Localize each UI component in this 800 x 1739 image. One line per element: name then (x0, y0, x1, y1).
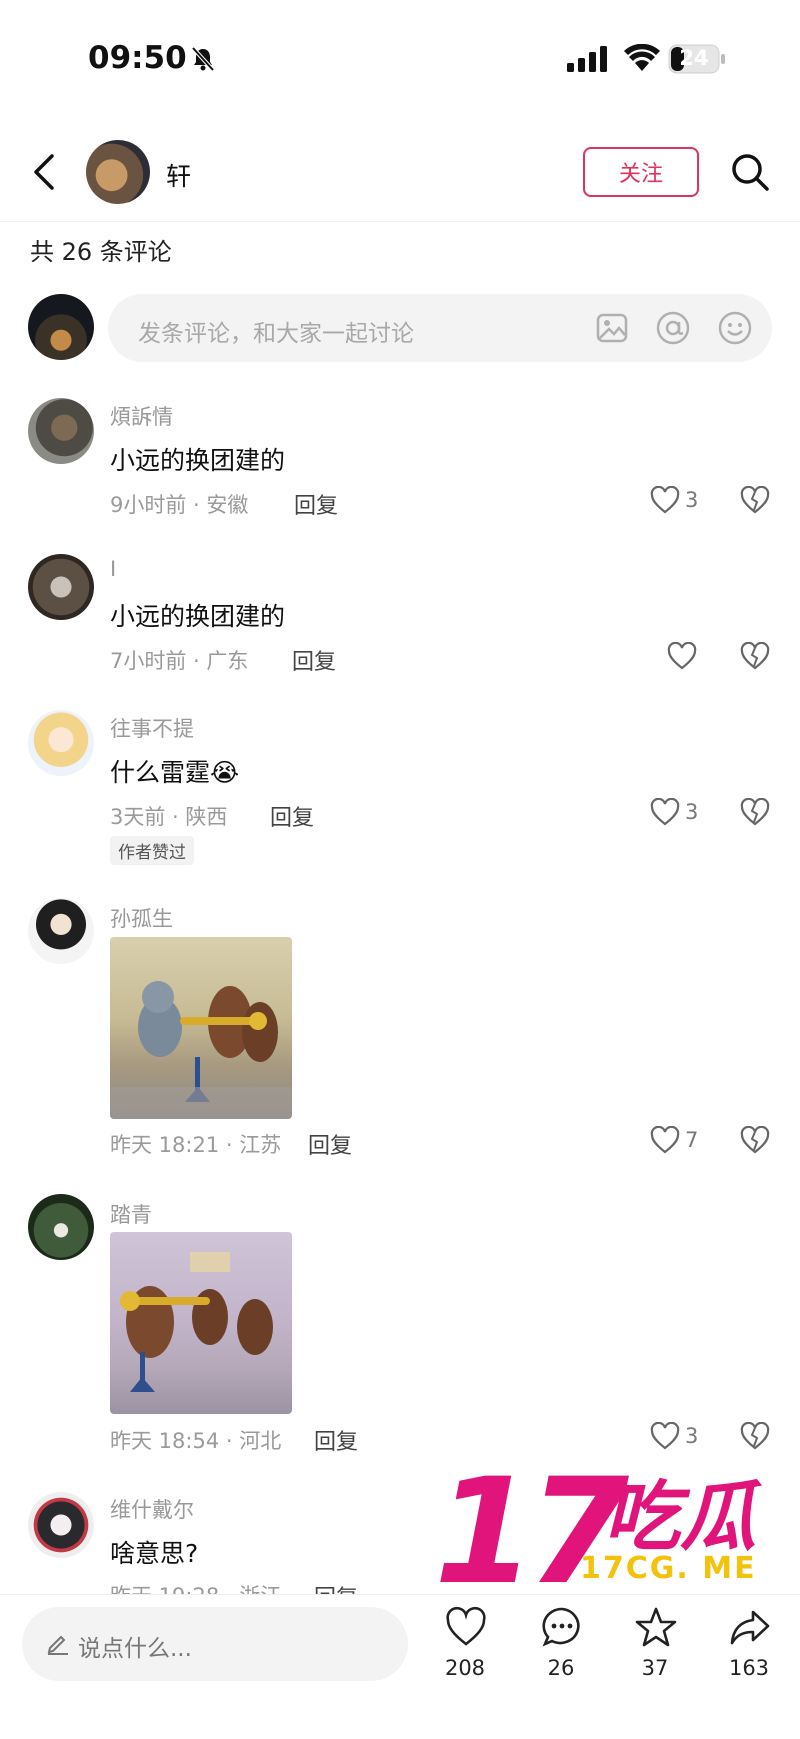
status-time: 09:50 (88, 40, 187, 76)
like-count: 3 (685, 1424, 699, 1448)
comment-avatar[interactable] (28, 1194, 94, 1260)
wifi-icon (624, 44, 660, 71)
comment-username[interactable]: 踏青 (110, 1199, 152, 1229)
share-action[interactable]: 163 (714, 1606, 784, 1696)
pencil-icon (47, 1635, 68, 1655)
comment-action[interactable]: 26 (526, 1606, 596, 1696)
comment-image[interactable] (110, 937, 292, 1119)
comment-count-title: 共 26 条评论 (30, 238, 172, 266)
broken-heart-icon[interactable] (740, 642, 770, 670)
heart-icon (446, 1606, 486, 1646)
header-divider (0, 221, 800, 222)
comment-username[interactable]: 煩訴情 (110, 401, 173, 431)
reply-button[interactable]: 回复 (294, 488, 338, 520)
comment-text: 啥意思? (110, 1539, 199, 1568)
my-avatar (28, 294, 94, 360)
say-something-placeholder: 说点什么... (78, 1636, 192, 1662)
like-count: 3 (685, 488, 699, 512)
comment-input-placeholder: 发条评论，和大家一起讨论 (138, 321, 414, 347)
reply-button[interactable]: 回复 (308, 1128, 352, 1160)
comment-username[interactable]: I (110, 557, 116, 581)
comment-time-location: 7小时前 · 广东 (110, 649, 249, 673)
like-count: 3 (685, 800, 699, 824)
author-liked-badge: 作者赞过 (110, 836, 194, 865)
comment-avatar[interactable] (28, 554, 94, 620)
comment-time-location: 3天前 · 陕西 (110, 805, 228, 829)
comment-time-location: 9小时前 · 安徽 (110, 493, 249, 517)
comment-time-location: 昨天 18:21 · 江苏 (110, 1133, 282, 1157)
orchestra-cartoon-illustration (110, 981, 292, 1119)
reply-button[interactable]: 回复 (314, 1424, 358, 1456)
emoji-icon[interactable] (718, 311, 752, 345)
comment-total: 26 (547, 1656, 575, 1680)
comment-username[interactable]: 维什戴尔 (110, 1494, 194, 1524)
comment-avatar[interactable] (28, 898, 94, 964)
comment-username[interactable]: 孙孤生 (110, 903, 173, 933)
author-name[interactable]: 轩 (166, 157, 191, 193)
follow-button[interactable]: 关注 (583, 147, 699, 197)
share-arrow-icon (730, 1610, 770, 1645)
comment-text: 小远的换团建的 (110, 602, 286, 631)
heart-icon[interactable] (650, 486, 680, 514)
comment-bubble-icon (542, 1607, 580, 1647)
search-icon[interactable] (730, 152, 770, 192)
comment-image[interactable] (110, 1232, 292, 1414)
watermark-chinese: 吃瓜 (604, 1472, 756, 1561)
bottom-divider (0, 1594, 800, 1595)
broken-heart-icon[interactable] (740, 798, 770, 826)
like-action[interactable]: 208 (430, 1606, 500, 1696)
image-icon[interactable] (596, 312, 628, 344)
comment-avatar[interactable] (28, 1492, 94, 1558)
like-count: 7 (685, 1128, 699, 1152)
bell-muted-icon (191, 46, 215, 72)
watermark-logo: 17 吃瓜 17CG. ME (434, 1447, 800, 1617)
comment-text: 小远的换团建的 (110, 446, 286, 475)
say-something-input[interactable]: 说点什么... (22, 1607, 408, 1681)
heart-icon[interactable] (650, 1422, 680, 1450)
favorite-action[interactable]: 37 (620, 1606, 690, 1696)
heart-icon[interactable] (650, 1126, 680, 1154)
comment-avatar[interactable] (28, 398, 94, 464)
comment-input[interactable]: 发条评论，和大家一起讨论 (108, 294, 772, 362)
star-icon (635, 1607, 677, 1647)
battery-level: 24 (679, 46, 709, 70)
broken-heart-icon[interactable] (740, 486, 770, 514)
orchestra-cartoon-illustration (120, 1252, 273, 1392)
broken-heart-icon[interactable] (740, 1422, 770, 1450)
broken-heart-icon[interactable] (740, 1126, 770, 1154)
at-mention-icon[interactable] (656, 311, 690, 345)
back-arrow-icon[interactable] (30, 152, 58, 192)
reply-button[interactable]: 回复 (270, 800, 314, 832)
comment-text: 什么雷霆😭 (110, 758, 240, 787)
heart-icon[interactable] (667, 642, 697, 670)
comment-avatar[interactable] (28, 710, 94, 776)
comment-time-location: 昨天 18:54 · 河北 (110, 1429, 282, 1453)
like-total: 208 (444, 1656, 486, 1680)
author-avatar[interactable] (86, 140, 150, 204)
share-total: 163 (728, 1656, 770, 1680)
comment-username[interactable]: 往事不提 (110, 713, 194, 743)
watermark-number: 17 (434, 1447, 629, 1617)
reply-button[interactable]: 回复 (292, 644, 336, 676)
heart-icon[interactable] (650, 798, 680, 826)
watermark-domain: 17CG. ME (580, 1551, 757, 1586)
cellular-signal-icon (567, 46, 607, 72)
favorite-total: 37 (641, 1656, 669, 1680)
